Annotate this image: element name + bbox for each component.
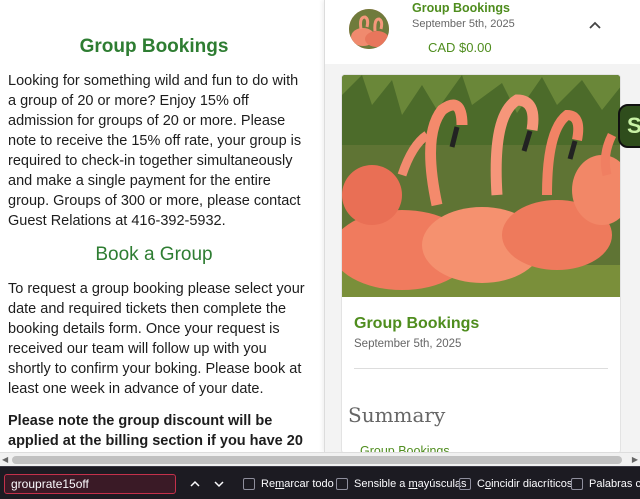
cart-thumbnail [349,9,389,49]
flamingos-photo [342,75,620,297]
scrollbar-thumb[interactable] [12,456,622,464]
checkbox-box[interactable] [243,478,255,490]
whole-words-checkbox[interactable]: Palabras co [571,476,640,492]
checkbox-box[interactable] [459,478,471,490]
cart-panel: Group Bookings September 5th, 2025 CAD $… [324,0,640,452]
scroll-right-icon[interactable]: ▶ [632,455,638,464]
summary-item: Group Bookings [360,444,450,452]
match-diacritics-checkbox[interactable]: Coincidir diacríticos [459,476,572,492]
section-heading: Book a Group [95,244,213,265]
whole-words-label: Palabras co [589,478,640,490]
booking-card-date: September 5th, 2025 [354,338,462,350]
article: Group Bookings Looking for something wil… [0,0,318,452]
booking-card-title: Group Bookings [354,315,480,332]
checkbox-box[interactable] [336,478,348,490]
page-title: Group Bookings [79,36,229,57]
match-diacritics-label: Coincidir diacríticos [477,478,573,490]
chevron-down-icon[interactable] [209,474,229,494]
find-input[interactable] [4,474,176,494]
match-case-label: Sensible a mayúsculas [354,478,467,490]
match-case-checkbox[interactable]: Sensible a mayúsculas [336,476,467,492]
cart-item-title: Group Bookings [412,1,510,15]
request-paragraph: To request a group booking please select… [8,281,305,397]
summary-title: Summary [348,403,446,427]
cart-item-price: CAD $0.00 [428,40,492,55]
page: Group Bookings Looking for something wil… [0,0,640,499]
cart-header[interactable]: Group Bookings September 5th, 2025 CAD $… [325,0,640,64]
chevron-up-icon[interactable] [185,474,205,494]
floating-action-button[interactable]: S [618,104,640,148]
checkbox-box[interactable] [571,478,583,490]
divider [354,368,608,369]
find-bar: Remarcar todo Sensible a mayúsculas Coin… [0,466,640,499]
discount-note: Please note the group discount will be a… [8,413,303,449]
horizontal-scrollbar[interactable]: ◀ ▶ [0,452,640,466]
scroll-left-icon[interactable]: ◀ [2,455,8,464]
highlight-all-label: Remarcar todo [261,478,334,490]
cart-item-date: September 5th, 2025 [412,18,515,30]
chevron-up-icon[interactable] [587,18,603,34]
highlight-all-checkbox[interactable]: Remarcar todo [243,476,334,492]
booking-card: Group Bookings September 5th, 2025 Summa… [341,74,621,452]
intro-paragraph: Looking for something wild and fun to do… [8,73,302,229]
